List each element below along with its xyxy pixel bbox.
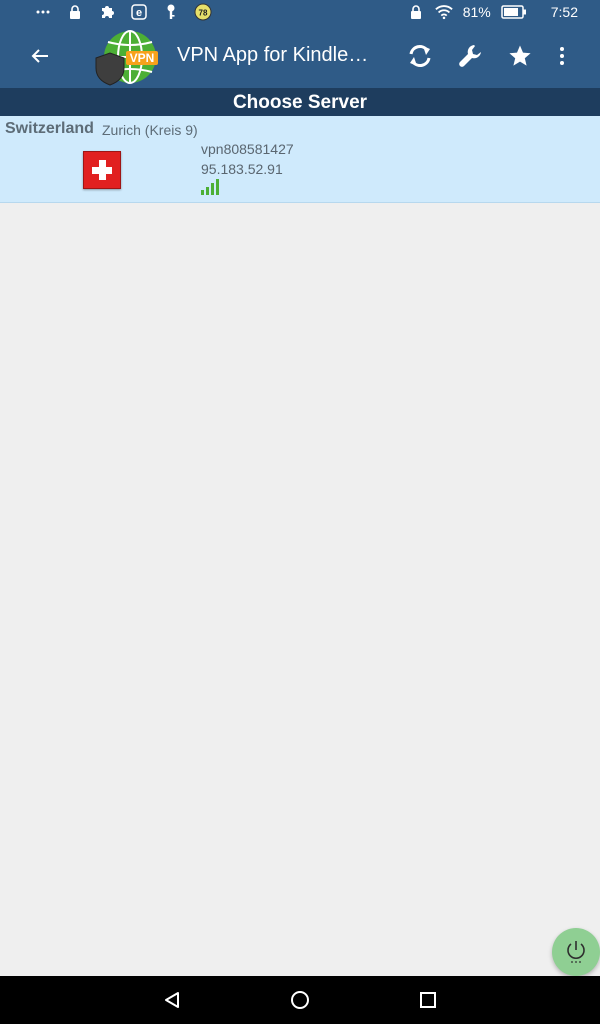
server-list-item[interactable]: Switzerland Zurich (Kreis 9) vpn80858142… — [0, 116, 600, 203]
star-icon — [509, 45, 531, 66]
status-left-icons: e 78 — [34, 3, 212, 21]
back-button[interactable] — [22, 38, 58, 74]
key-icon — [162, 3, 180, 21]
server-city: Zurich (Kreis 9) — [102, 122, 198, 138]
nav-recents-button[interactable] — [416, 988, 440, 1012]
battery-percent: 81% — [462, 4, 491, 20]
e-app-icon: e — [130, 3, 148, 21]
power-icon — [567, 941, 585, 963]
overflow-menu-icon — [560, 47, 564, 65]
globe-shield-icon: VPN — [95, 30, 158, 86]
server-ip: 95.183.52.91 — [201, 161, 283, 177]
app-title: VPN App for Kindle… — [177, 44, 369, 66]
badge-icon: 78 — [194, 3, 212, 21]
logo-text: VPN — [130, 51, 155, 65]
signal-strength-icon — [201, 179, 219, 195]
refresh-button[interactable] — [402, 38, 438, 74]
navigation-bar — [0, 976, 600, 1024]
status-right-icons: 81% 7:52 — [407, 3, 578, 21]
nav-home-button[interactable] — [288, 988, 312, 1012]
wrench-icon — [459, 45, 481, 67]
status-bar: e 78 81% 7:52 — [0, 0, 600, 24]
refresh-icon — [409, 45, 431, 67]
recents-square-icon — [420, 992, 436, 1008]
switzerland-flag-icon — [83, 151, 121, 189]
badge-count: 78 — [199, 9, 208, 18]
overflow-menu-button[interactable] — [544, 38, 580, 74]
clock: 7:52 — [550, 4, 578, 20]
vpn-logo: VPN — [92, 28, 160, 86]
lock-icon — [407, 3, 425, 21]
server-country: Switzerland — [5, 120, 94, 137]
choose-server-header: Choose Server — [0, 88, 600, 116]
wifi-icon — [434, 3, 453, 21]
server-hostname: vpn808581427 — [201, 141, 294, 157]
home-circle-icon — [291, 991, 309, 1009]
puzzle-icon — [98, 3, 116, 21]
lock-icon — [66, 3, 84, 21]
svg-text:e: e — [136, 7, 142, 19]
connect-power-button[interactable] — [552, 928, 600, 976]
favorites-button[interactable] — [502, 38, 538, 74]
nav-back-button[interactable] — [160, 988, 184, 1012]
app-bar: VPN VPN App for Kindle… — [0, 24, 600, 88]
settings-button[interactable] — [453, 38, 489, 74]
back-triangle-icon — [165, 992, 179, 1008]
more-dots-icon — [34, 3, 52, 21]
arrow-back-icon — [31, 49, 48, 63]
battery-icon — [501, 3, 527, 21]
